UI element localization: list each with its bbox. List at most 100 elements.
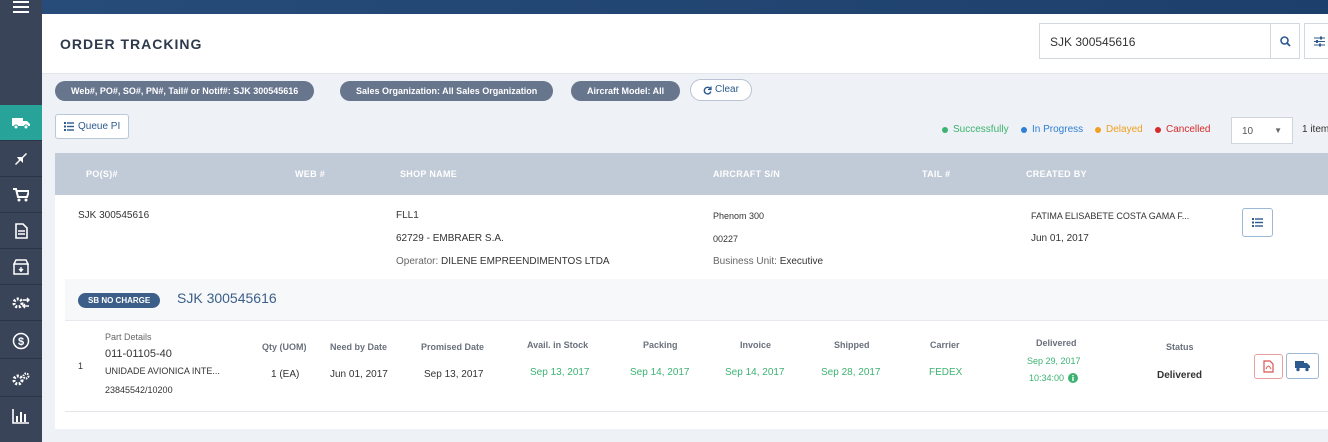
filter-chip-sales-org[interactable]: Sales Organization: All Sales Organizati…	[340, 81, 554, 101]
row-aircraft-sn: 00227	[713, 234, 739, 244]
line-need-by: Jun 01, 2017	[330, 369, 388, 380]
order-line-panel: SB NO CHARGE SJK 300545616 1 Part Detail…	[65, 279, 1328, 412]
pdf-button[interactable]	[1254, 354, 1283, 379]
col-avail: Avail. in Stock	[527, 340, 589, 350]
orders-table: PO(S)# WEB # SHOP NAME AIRCRAFT S/N TAIL…	[55, 153, 1328, 429]
items-count: 1 item	[1302, 124, 1328, 135]
col-carrier: Carrier	[930, 340, 960, 350]
header-po[interactable]: PO(S)#	[86, 169, 118, 179]
pdf-icon	[1263, 360, 1274, 373]
line-invoice: Sep 14, 2017	[725, 367, 785, 378]
legend-label: Successfully	[953, 124, 1009, 135]
queue-pi-button[interactable]: Queue PI	[55, 114, 130, 139]
plane-icon[interactable]	[0, 141, 42, 177]
refresh-icon	[703, 86, 712, 95]
page-header: ORDER TRACKING SJK 300545616	[42, 14, 1328, 74]
col-status: Status	[1166, 342, 1194, 352]
sidebar: $	[0, 0, 42, 442]
header-created[interactable]: CREATED BY	[1026, 169, 1087, 179]
order-details-button[interactable]	[1242, 208, 1273, 237]
line-carrier: FEDEX	[929, 367, 963, 378]
gears-icon[interactable]	[0, 361, 42, 397]
status-dot-icon	[1021, 126, 1027, 133]
row-aircraft-model: Phenom 300	[713, 211, 765, 221]
svg-text:$: $	[18, 336, 24, 348]
row-created-by: FATIMA ELISABETE COSTA GAMA F...	[1031, 211, 1190, 221]
filter-settings-button[interactable]	[1304, 23, 1328, 59]
search-icon	[1279, 35, 1291, 47]
search-button[interactable]	[1270, 23, 1300, 59]
row-po: SJK 300545616	[78, 210, 150, 221]
row-shop-code: 62729 - EMBRAER S.A.	[396, 233, 504, 244]
line-promised: Sep 13, 2017	[424, 369, 484, 380]
col-promised: Promised Date	[421, 342, 485, 352]
truck-icon[interactable]	[0, 105, 42, 141]
info-icon[interactable]	[1068, 373, 1079, 383]
package-icon[interactable]	[0, 249, 42, 285]
legend-cancelled: Cancelled	[1155, 124, 1210, 135]
header-tail[interactable]: TAIL #	[922, 169, 950, 179]
line-status: Delivered	[1157, 370, 1203, 381]
clear-label: Clear	[715, 84, 739, 95]
page-size-value: 10	[1242, 126, 1254, 137]
row-shop-name: FLL1	[396, 210, 419, 221]
sliders-icon	[1313, 36, 1325, 46]
swap-gear-icon[interactable]	[0, 285, 42, 321]
list-icon	[64, 122, 74, 131]
delivered-time-value: 10:34:00	[1029, 373, 1065, 383]
status-dot-icon	[1095, 126, 1101, 133]
clear-filters-button[interactable]: Clear	[690, 79, 752, 101]
bar-chart-icon[interactable]	[0, 398, 42, 434]
line-shipped: Sep 28, 2017	[821, 367, 881, 378]
status-dot-icon	[1155, 126, 1161, 133]
line-avail: Sep 13, 2017	[530, 367, 590, 378]
col-part-details: Part Details	[105, 332, 152, 342]
header-aircraft[interactable]: AIRCRAFT S/N	[713, 169, 780, 179]
row-created-date: Jun 01, 2017	[1031, 233, 1089, 244]
business-unit-label: Business Unit:	[713, 256, 777, 267]
col-need-by: Need by Date	[330, 342, 388, 352]
list-icon	[1252, 218, 1263, 227]
row-business-unit: Business Unit: Executive	[713, 256, 823, 267]
order-type-badge: SB NO CHARGE	[78, 293, 161, 308]
table-row: 1 Part Details 011-01105-40 UNIDADE AVIO…	[65, 320, 1328, 412]
header-web[interactable]: WEB #	[295, 169, 325, 179]
shipment-tracking-button[interactable]	[1286, 353, 1319, 379]
part-number: 011-01105-40	[105, 348, 172, 360]
line-packing: Sep 14, 2017	[630, 367, 690, 378]
page-size-select[interactable]: 10 ▼	[1231, 117, 1293, 144]
legend-delayed: Delayed	[1095, 124, 1143, 135]
legend-label: Delayed	[1106, 124, 1143, 135]
top-bar	[42, 0, 1328, 14]
legend-successfully: Successfully	[942, 124, 1009, 135]
line-qty: 1 (EA)	[271, 369, 300, 380]
line-delivered-date: Sep 29, 2017	[1027, 356, 1081, 366]
legend-label: In Progress	[1032, 124, 1084, 135]
part-description: UNIDADE AVIONICA INTE...	[105, 366, 220, 376]
operator-label: Operator:	[396, 256, 439, 267]
col-invoice: Invoice	[740, 340, 772, 350]
col-delivered: Delivered	[1036, 338, 1077, 348]
table-header: PO(S)# WEB # SHOP NAME AIRCRAFT S/N TAIL…	[55, 153, 1328, 195]
legend-label: Cancelled	[1166, 124, 1211, 135]
search-input[interactable]: SJK 300545616	[1039, 23, 1271, 59]
col-packing: Packing	[643, 340, 678, 350]
filter-chip-aircraft-model[interactable]: Aircraft Model: All	[571, 81, 681, 101]
page-title: ORDER TRACKING	[60, 36, 203, 52]
queue-label: Queue PI	[78, 121, 121, 132]
part-reference: 23845542/10200	[105, 385, 173, 395]
row-operator: Operator: DILENE EMPREENDIMENTOS LTDA	[396, 256, 610, 267]
line-delivered-time: 10:34:00	[1029, 373, 1079, 383]
dollar-icon[interactable]: $	[0, 323, 42, 359]
document-icon[interactable]	[0, 213, 42, 249]
cart-icon[interactable]	[0, 177, 42, 213]
menu-icon[interactable]	[0, 0, 42, 14]
filter-chip-search[interactable]: Web#, PO#, SO#, PN#, Tail# or Notif#: SJ…	[55, 81, 315, 101]
col-qty: Qty (UOM)	[262, 342, 307, 352]
header-shop[interactable]: SHOP NAME	[400, 169, 457, 179]
col-shipped: Shipped	[834, 340, 870, 350]
legend-in-progress: In Progress	[1021, 124, 1083, 135]
business-unit-value: Executive	[779, 256, 824, 267]
status-dot-icon	[942, 126, 948, 133]
subpanel-po: SJK 300545616	[177, 290, 277, 306]
